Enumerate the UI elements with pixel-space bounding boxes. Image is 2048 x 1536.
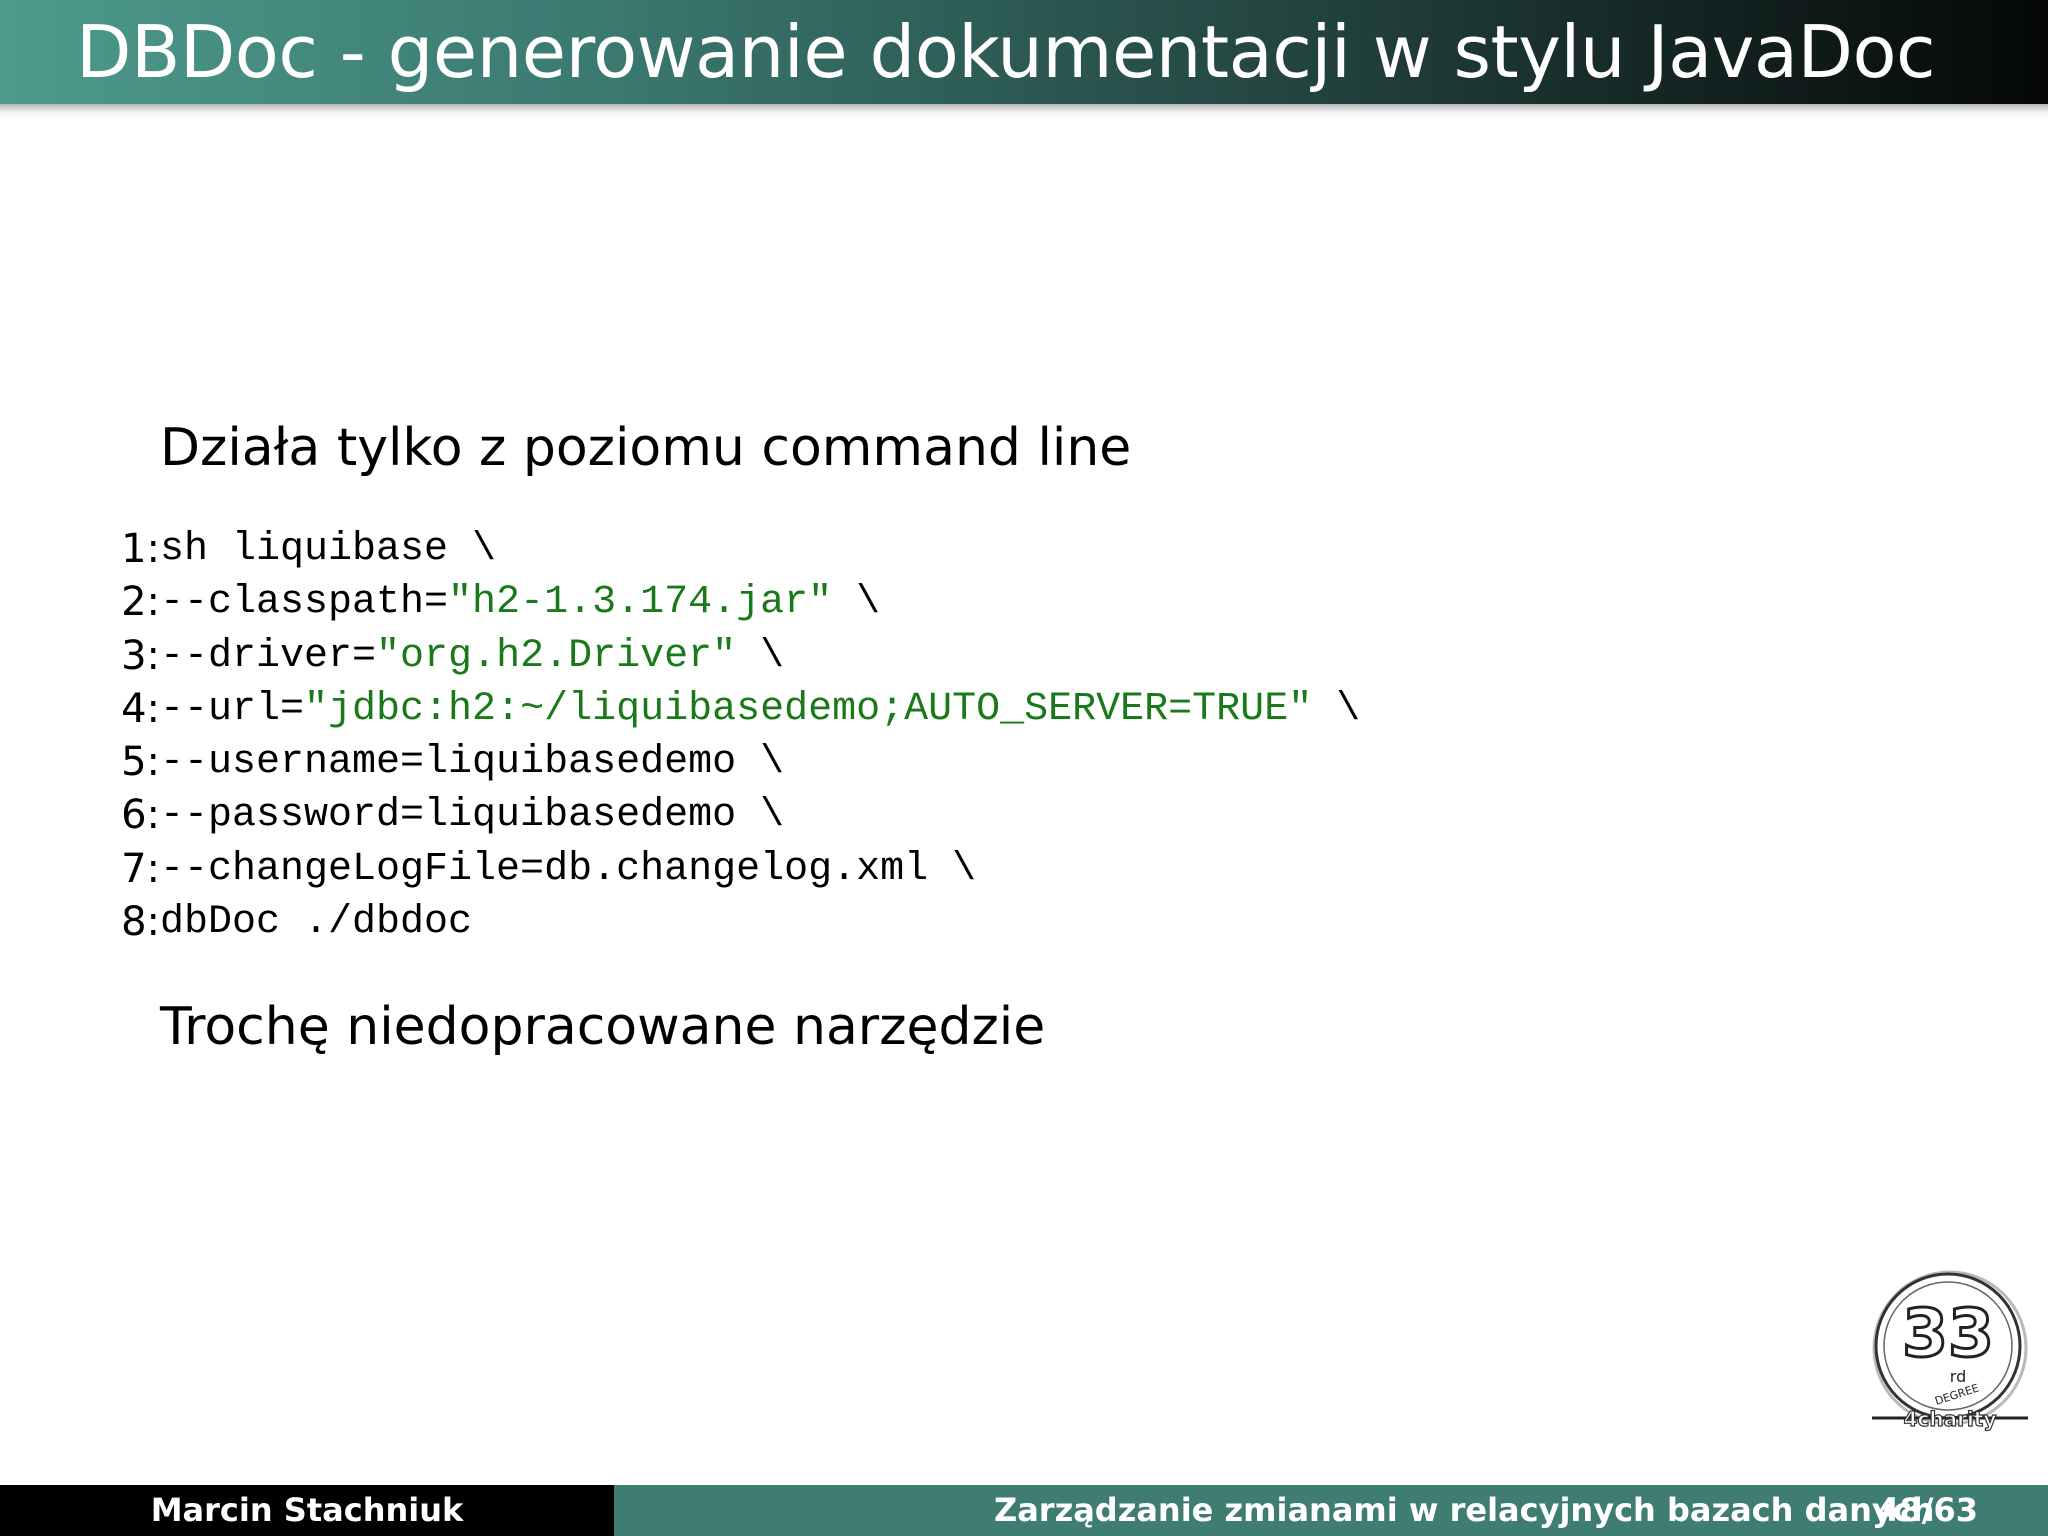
line-number: 8: — [121, 899, 160, 946]
line-number: 4: — [121, 685, 160, 732]
footer-author: Marcin Stachniuk — [0, 1485, 614, 1536]
code-line: 3: --driver="org.h2.Driver" \ — [90, 630, 1360, 683]
footer-bar: Marcin Stachniuk Zarządzanie zmianami w … — [0, 1485, 2048, 1536]
code-string: "jdbc:h2:~/liquibasedemo;AUTO_SERVER=TRU… — [304, 686, 1313, 732]
code-text: --driver= — [160, 633, 377, 679]
footer-talk-title: Zarządzanie zmianami w relacyjnych bazac… — [994, 1491, 1935, 1529]
code-line: 6: --password=liquibasedemo \ — [90, 789, 1360, 842]
title-bar: DBDoc - generowanie dokumentacji w stylu… — [0, 0, 2048, 104]
code-line: 2: --classpath="h2-1.3.174.jar" \ — [90, 576, 1360, 629]
line-number: 3: — [121, 632, 160, 679]
code-string: "h2-1.3.174.jar" — [448, 580, 833, 626]
line-number: 6: — [121, 792, 160, 839]
code-line: 5: --username=liquibasedemo \ — [90, 736, 1360, 789]
logo-number: 33 — [1902, 1295, 1994, 1372]
code-content: --url="jdbc:h2:~/liquibasedemo;AUTO_SERV… — [160, 683, 1360, 736]
paragraph-command-line: Działa tylko z poziomu command line — [160, 418, 1132, 478]
title-bar-shadow — [0, 104, 2048, 120]
code-content: --driver="org.h2.Driver" \ — [160, 630, 784, 683]
code-line: 8: dbDoc ./dbdoc — [90, 896, 1360, 949]
code-content: sh liquibase \ — [160, 523, 496, 576]
line-number: 5: — [121, 739, 160, 786]
code-text-after: \ — [736, 633, 785, 679]
code-line: 7: --changeLogFile=db.changelog.xml \ — [90, 843, 1360, 896]
code-text-after: \ — [1312, 686, 1361, 732]
line-number: 7: — [121, 845, 160, 892]
code-text: --url= — [160, 686, 305, 732]
logo-tagline: 4charity — [1904, 1407, 1997, 1431]
code-listing: 1: sh liquibase \ 2: --classpath="h2-1.3… — [90, 523, 1360, 949]
line-number: 1: — [121, 526, 160, 572]
code-text-after: \ — [832, 580, 881, 626]
code-text: --username=liquibasedemo \ — [160, 740, 785, 786]
code-line: 4: --url="jdbc:h2:~/liquibasedemo;AUTO_S… — [90, 683, 1360, 736]
line-number: 2: — [121, 579, 160, 626]
code-content: --changeLogFile=db.changelog.xml \ — [160, 843, 976, 896]
code-text: --changeLogFile=db.changelog.xml \ — [160, 846, 977, 892]
code-string: "org.h2.Driver" — [376, 633, 737, 679]
slide-title: DBDoc - generowanie dokumentacji w stylu… — [76, 10, 1936, 94]
code-text: dbDoc ./dbdoc — [160, 900, 473, 946]
code-content: --classpath="h2-1.3.174.jar" \ — [160, 576, 880, 629]
footer-info: Zarządzanie zmianami w relacyjnych bazac… — [614, 1485, 2048, 1536]
code-text: sh liquibase \ — [160, 527, 497, 572]
code-line: 1: sh liquibase \ — [90, 523, 1360, 576]
code-content: --username=liquibasedemo \ — [160, 736, 784, 789]
code-text: --classpath= — [160, 580, 449, 626]
code-text: --password=liquibasedemo \ — [160, 793, 785, 839]
code-content: --password=liquibasedemo \ — [160, 789, 784, 842]
slide: DBDoc - generowanie dokumentacji w stylu… — [0, 0, 2048, 1536]
logo-suffix: rd — [1950, 1367, 1966, 1386]
page-number: 48/63 — [1877, 1491, 1978, 1529]
conference-logo: 33 rd DEGREE 4charity — [1872, 1270, 2028, 1432]
paragraph-tool-status: Trochę niedopracowane narzędzie — [160, 997, 1046, 1057]
code-content: dbDoc ./dbdoc — [160, 896, 472, 949]
